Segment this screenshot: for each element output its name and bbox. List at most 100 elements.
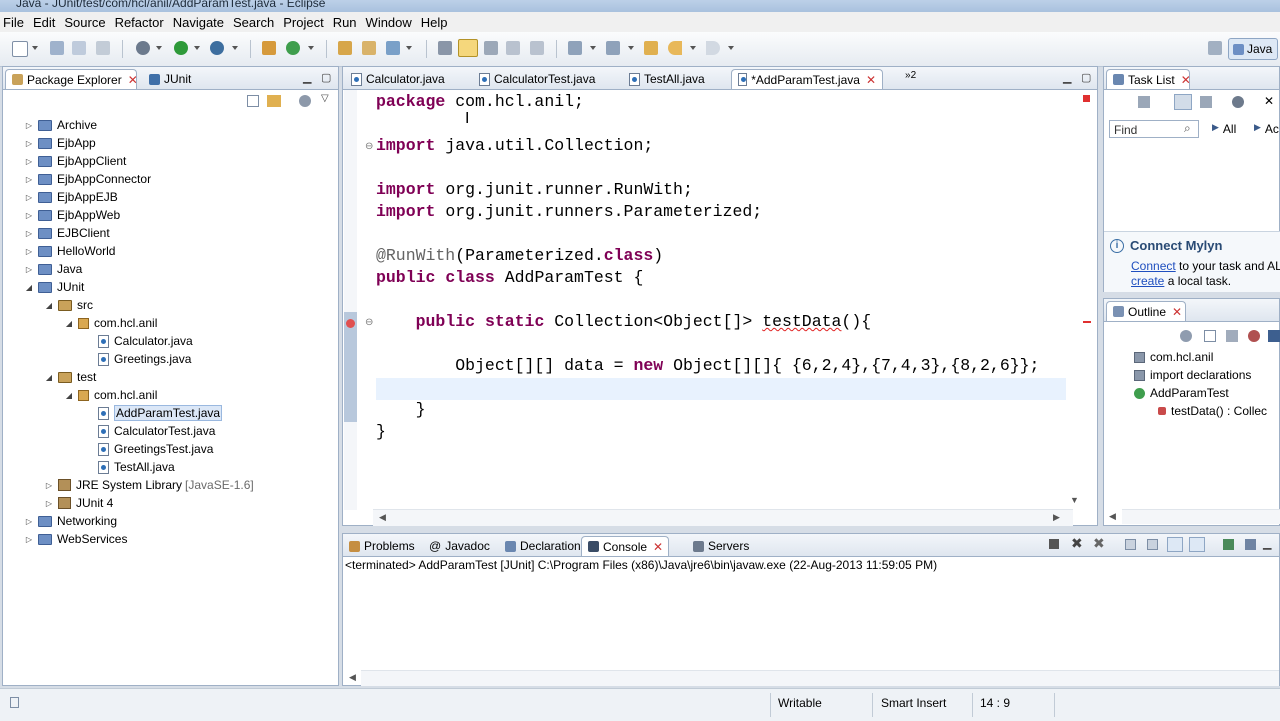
new-task-icon[interactable] — [1138, 96, 1150, 108]
tree-item[interactable]: ▷ EjbAppClient — [25, 152, 126, 170]
tree-item[interactable]: ◢ com.hcl.anil — [65, 314, 157, 332]
expand-closed-icon[interactable]: ▷ — [25, 175, 33, 184]
previous-annotation-dropdown-icon[interactable] — [628, 46, 634, 50]
menu-navigate[interactable]: Navigate — [170, 15, 230, 30]
open-task-icon[interactable] — [362, 41, 376, 55]
debug-dropdown-icon[interactable] — [156, 46, 162, 50]
code-line[interactable]: package com.hcl.anil; — [376, 91, 584, 113]
tree-item[interactable]: ◢ src — [45, 296, 93, 314]
close-icon[interactable]: ✕ — [866, 73, 876, 87]
tree-item[interactable]: ▷ EjbAppConnector — [25, 170, 151, 188]
tree-item[interactable]: ▷ JRE System Library [JavaSE-1.6] — [45, 476, 254, 494]
expand-closed-icon[interactable]: ▷ — [25, 211, 33, 220]
outline-item[interactable]: com.hcl.anil — [1134, 348, 1213, 366]
close-icon[interactable]: ✕ — [1172, 305, 1182, 319]
tab-servers[interactable]: Servers — [687, 536, 753, 556]
expand-open-icon[interactable]: ◢ — [45, 301, 53, 310]
tab-javadoc[interactable]: @ Javadoc — [423, 536, 493, 556]
menu-source[interactable]: Source — [61, 15, 111, 30]
display-console-icon[interactable] — [1245, 539, 1256, 550]
scroll-left-icon[interactable]: ◀ — [379, 512, 386, 523]
expand-closed-icon[interactable]: ▷ — [25, 157, 33, 166]
show-whitespace-icon[interactable] — [506, 41, 520, 55]
run-icon[interactable] — [174, 41, 188, 55]
tree-item[interactable]: Calculator.java — [85, 332, 193, 350]
expand-closed-icon[interactable]: ▷ — [25, 247, 33, 256]
expand-closed-icon[interactable]: ▷ — [45, 481, 53, 490]
hide-non-public-icon[interactable] — [1268, 330, 1280, 342]
error-overview-marker[interactable] — [1083, 95, 1090, 102]
tab-testall-java[interactable]: TestAll.java — [623, 69, 725, 89]
tree-item[interactable]: ▷ HelloWorld — [25, 242, 116, 260]
menu-run[interactable]: Run — [330, 15, 363, 30]
find-input[interactable]: Find ⌕ — [1109, 120, 1199, 138]
tab-junit[interactable]: JUnit — [143, 69, 213, 89]
scroll-left-icon[interactable]: ◀ — [349, 672, 356, 683]
tree-item[interactable]: ▷ Java — [25, 260, 82, 278]
horizontal-scrollbar[interactable] — [373, 509, 1073, 526]
create-link[interactable]: create — [1131, 274, 1164, 288]
minimize-icon[interactable]: ▁ — [1063, 71, 1071, 84]
tab-overflow[interactable]: »2 — [905, 70, 916, 81]
tree-item[interactable]: Greetings.java — [85, 350, 191, 368]
forward-icon[interactable] — [706, 41, 720, 55]
filter-activate-link[interactable]: ▶ Ac — [1254, 122, 1279, 136]
view-menu-icon[interactable]: ▽ — [321, 93, 329, 104]
scheduled-icon[interactable] — [1200, 96, 1212, 108]
status-icon[interactable] — [10, 697, 19, 708]
expand-closed-icon[interactable]: ▷ — [25, 535, 33, 544]
horizontal-scrollbar[interactable] — [361, 670, 1279, 686]
run-dropdown-icon[interactable] — [194, 46, 200, 50]
external-tools-icon[interactable] — [210, 41, 224, 55]
search-dropdown-icon[interactable] — [406, 46, 412, 50]
clear-console-icon[interactable] — [1125, 539, 1136, 550]
tab-console[interactable]: Console ✕ — [581, 536, 669, 556]
tree-item[interactable]: ▷ WebServices — [25, 530, 128, 548]
tree-item[interactable]: ▷ EjbAppEJB — [25, 188, 118, 206]
menu-search[interactable]: Search — [230, 15, 280, 30]
expand-open-icon[interactable]: ◢ — [45, 373, 53, 382]
horizontal-scrollbar[interactable] — [1122, 509, 1280, 524]
scroll-left-icon[interactable]: ◀ — [1109, 511, 1116, 522]
expand-closed-icon[interactable]: ▷ — [25, 121, 33, 130]
code-line[interactable]: import org.junit.runners.Parameterized; — [376, 201, 762, 223]
menu-window[interactable]: Window — [363, 15, 418, 30]
terminate-icon[interactable] — [1049, 539, 1059, 549]
java-perspective-button[interactable]: Java — [1228, 38, 1278, 60]
expand-open-icon[interactable]: ◢ — [65, 391, 73, 400]
tree-item[interactable]: ▷ EjbAppWeb — [25, 206, 120, 224]
print-icon[interactable] — [96, 41, 110, 55]
tree-item[interactable]: ▷ EjbApp — [25, 134, 96, 152]
close-icon[interactable]: ✕ — [128, 73, 138, 87]
debug-icon[interactable] — [136, 41, 150, 55]
outline-item[interactable]: import declarations — [1134, 366, 1251, 384]
tree-item[interactable]: ▷ Networking — [25, 512, 117, 530]
maximize-icon[interactable]: ▢ — [321, 71, 331, 84]
show-console-on-stdout-icon[interactable] — [1167, 537, 1183, 552]
tree-item[interactable]: TestAll.java — [85, 458, 175, 476]
menu-refactor[interactable]: Refactor — [112, 15, 170, 30]
categorized-icon[interactable] — [1174, 94, 1192, 110]
tab-package-explorer[interactable]: Package Explorer ✕ — [5, 69, 138, 89]
filter-icon[interactable] — [299, 95, 311, 107]
scroll-right-icon[interactable]: ▶ — [1053, 512, 1060, 523]
outline-item[interactable]: AddParamTest — [1134, 384, 1229, 402]
new-dropdown-icon[interactable] — [32, 46, 38, 50]
maximize-icon[interactable]: ▢ — [1081, 71, 1091, 84]
minimize-icon[interactable]: ▁ — [1263, 537, 1271, 550]
tab-task-list[interactable]: Task List ✕ — [1106, 69, 1191, 89]
tree-item[interactable]: ◢ com.hcl.anil — [65, 386, 157, 404]
save-all-icon[interactable] — [72, 41, 86, 55]
tab-declaration[interactable]: Declaration — [499, 536, 581, 556]
tab-outline[interactable]: Outline ✕ — [1106, 301, 1186, 321]
external-tools-dropdown-icon[interactable] — [232, 46, 238, 50]
new-java-class-icon[interactable] — [286, 41, 300, 55]
menu-edit[interactable]: Edit — [30, 15, 61, 30]
code-line[interactable]: public class AddParamTest { — [376, 267, 643, 289]
tree-item[interactable]: ▷ Archive — [25, 116, 97, 134]
tree-item[interactable]: ▷ JUnit 4 — [45, 494, 113, 512]
expand-closed-icon[interactable]: ▷ — [25, 265, 33, 274]
close-icon[interactable]: ✕ — [653, 540, 663, 554]
toggle-mark-occurrences-icon[interactable] — [438, 41, 452, 55]
scroll-lock-icon[interactable] — [1147, 539, 1158, 550]
